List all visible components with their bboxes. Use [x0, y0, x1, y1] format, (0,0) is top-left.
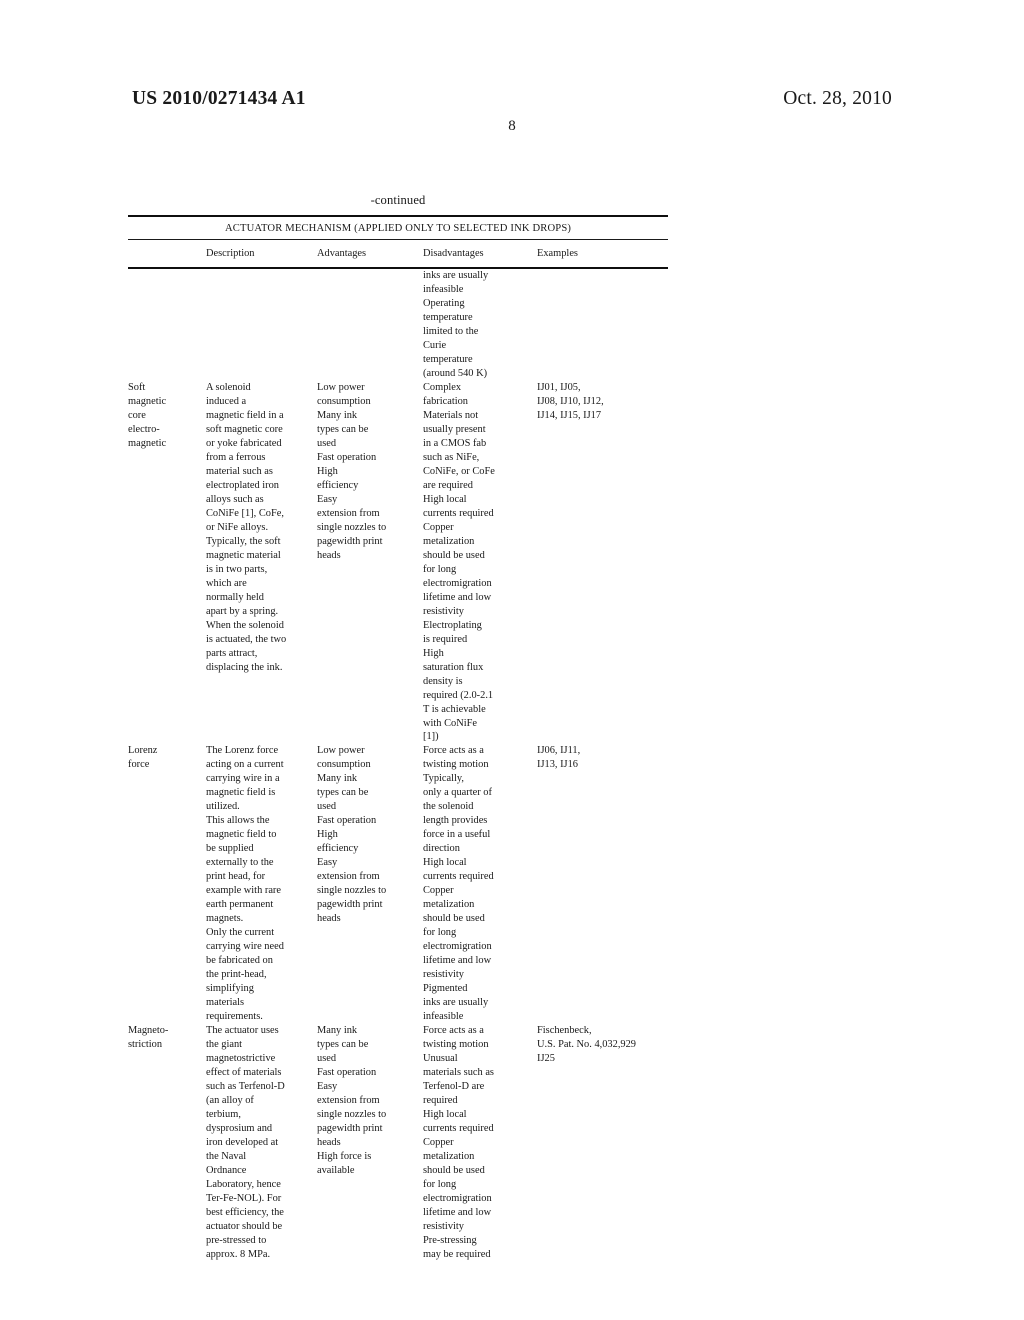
row-disadvantages-cell: Complex fabrication Materials not usuall… [423, 381, 495, 743]
table-row: Magneto- striction The actuator uses the… [128, 1024, 668, 1262]
row-description-cell: The Lorenz force acting on a current car… [206, 745, 284, 1023]
row-disadvantages-cell: inks are usually infeasible Operating te… [423, 270, 489, 379]
row-disadvantages-cell: Force acts as a twisting motion Typicall… [423, 745, 494, 1023]
row-description-cell: The actuator uses the giant magnetostric… [206, 1025, 285, 1260]
table-column-headers: Description Advantages Disadvantages Exa… [128, 240, 668, 267]
page-number: 8 [508, 118, 516, 134]
column-header-label [128, 248, 206, 259]
row-description-cell: A solenoid induced a magnetic field in a… [206, 381, 287, 673]
table-row: Soft magnetic core electro- magnetic A s… [128, 381, 668, 745]
continued-label: -continued [370, 193, 426, 207]
column-header-examples: Examples [537, 248, 578, 259]
publication-date: Oct. 28, 2010 [783, 88, 892, 109]
row-label-cell: Soft magnetic core electro- magnetic [128, 381, 167, 449]
table-row: Lorenz force The Lorenz force acting on … [128, 744, 668, 1024]
row-advantages-cell: Many ink types can be used Fast operatio… [317, 1025, 387, 1176]
column-header-description: Description [206, 248, 255, 259]
row-label-cell: Magneto- striction [128, 1025, 169, 1051]
table-row: inks are usually infeasible Operating te… [128, 269, 668, 381]
column-header-disadvantages: Disadvantages [423, 248, 484, 259]
column-header-advantages: Advantages [317, 248, 367, 259]
publication-number: US 2010/0271434 A1 [132, 88, 306, 109]
row-examples-cell: Fischenbeck, U.S. Pat. No. 4,032,929 IJ2… [537, 1025, 637, 1065]
table-body: inks are usually infeasible Operating te… [128, 269, 668, 1262]
actuator-mechanism-table: -continued ACTUATOR MECHANISM (APPLIED O… [128, 193, 668, 1262]
row-examples-cell: IJ01, IJ05, IJ08, IJ10, IJ12, IJ14, IJ15… [537, 381, 604, 421]
row-advantages-cell: Low power consumption Many ink types can… [317, 745, 387, 925]
row-examples-cell: IJ06, IJ11, IJ13, IJ16 [537, 745, 581, 771]
row-label-cell: Lorenz force [128, 745, 158, 771]
page-running-head: US 2010/0271434 A1 Oct. 28, 2010 [132, 88, 892, 110]
row-advantages-cell: Low power consumption Many ink types can… [317, 381, 387, 561]
table-caption: ACTUATOR MECHANISM (APPLIED ONLY TO SELE… [224, 223, 572, 234]
row-disadvantages-cell: Force acts as a twisting motion Unusual … [423, 1025, 494, 1260]
